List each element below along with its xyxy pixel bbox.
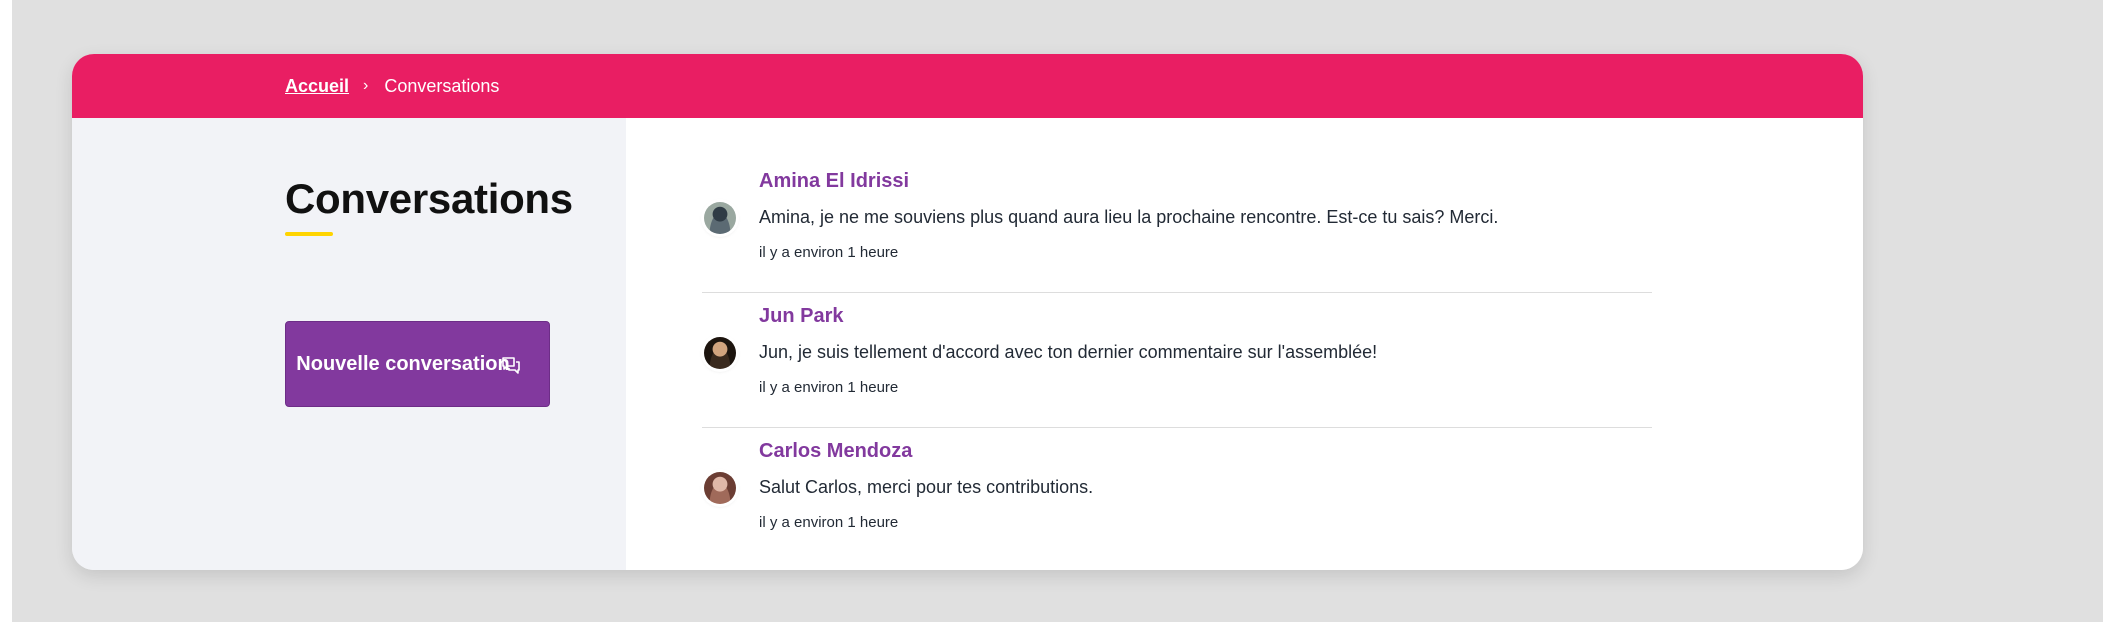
- conversation-item[interactable]: Jun Park Jun, je suis tellement d'accord …: [702, 293, 1652, 428]
- new-conversation-label: Nouvelle conversation: [296, 352, 510, 375]
- breadcrumb: Accueil › Conversations: [285, 54, 499, 118]
- conversation-time: il y a environ 1 heure: [759, 514, 899, 531]
- conversation-time: il y a environ 1 heure: [759, 379, 899, 396]
- conversation-message: Salut Carlos, merci pour tes contributio…: [759, 477, 1094, 497]
- breadcrumb-chevron-icon: ›: [363, 77, 369, 94]
- conversation-name: Carlos Mendoza: [759, 440, 913, 462]
- top-bar: Accueil › Conversations: [72, 54, 1863, 118]
- conversation-message: Amina, je ne me souviens plus quand aura…: [759, 207, 1499, 227]
- page-title: Conversations: [285, 175, 573, 222]
- conversation-main: Amina El Idrissi Amina, je ne me souviens…: [626, 118, 1863, 570]
- breadcrumb-home-link[interactable]: Accueil: [285, 76, 349, 97]
- conversation-item[interactable]: Amina El Idrissi Amina, je ne me souviens…: [702, 158, 1652, 293]
- conversation-name: Amina El Idrissi: [759, 170, 910, 192]
- conversation-message: Jun, je suis tellement d'accord avec ton…: [759, 342, 1378, 362]
- chat-bubbles-icon: [502, 357, 520, 374]
- avatar: [704, 202, 736, 234]
- conversation-name: Jun Park: [759, 305, 844, 327]
- sidebar: Conversations Nouvelle conversation: [72, 118, 626, 570]
- avatar: [704, 337, 736, 369]
- conversation-item[interactable]: Carlos Mendoza Salut Carlos, merci pour t…: [702, 428, 1652, 563]
- avatar: [704, 472, 736, 504]
- new-conversation-button[interactable]: Nouvelle conversation: [285, 321, 550, 407]
- title-underline: [285, 232, 333, 236]
- conversations-card: Accueil › Conversations Conversations No…: [72, 54, 1863, 570]
- conversation-list: Amina El Idrissi Amina, je ne me souviens…: [702, 158, 1652, 563]
- breadcrumb-current: Conversations: [384, 75, 500, 96]
- app-viewport: Accueil › Conversations Conversations No…: [12, 0, 2103, 622]
- conversation-time: il y a environ 1 heure: [759, 244, 899, 261]
